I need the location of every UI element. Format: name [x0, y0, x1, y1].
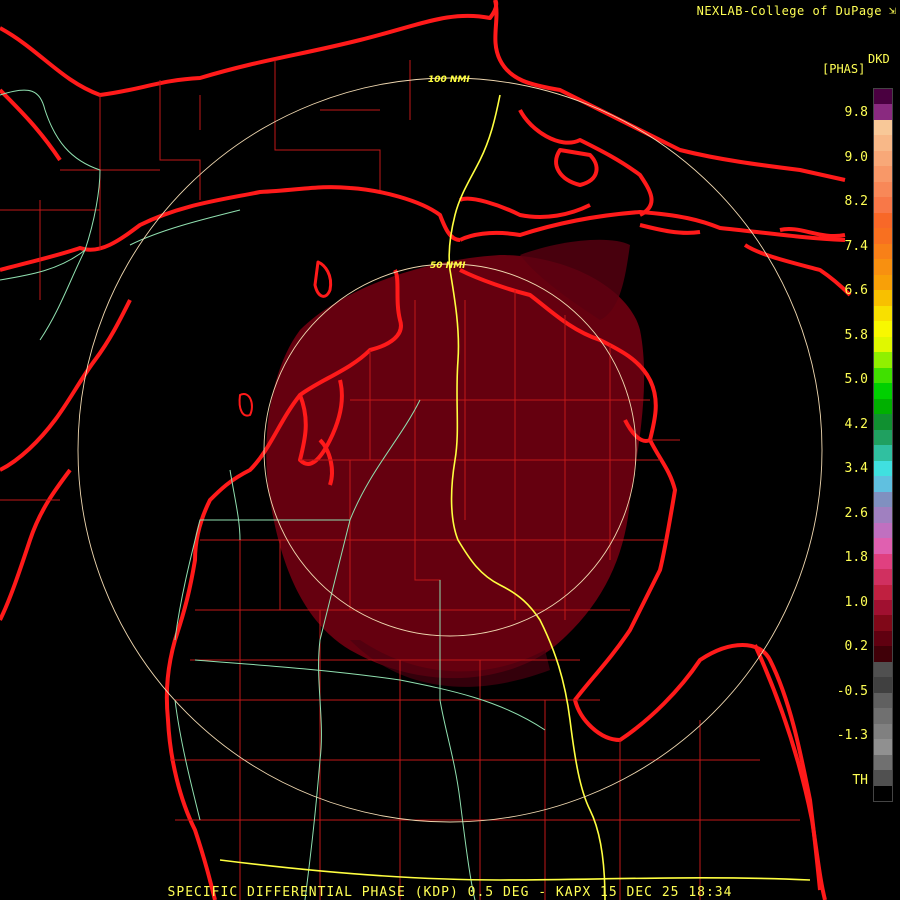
colorbar-swatch — [874, 274, 892, 291]
colorbar-swatch — [874, 615, 892, 631]
colorbar-swatch — [874, 661, 892, 678]
colorbar-swatch — [874, 754, 892, 771]
colorbar-swatch — [874, 135, 892, 151]
colorbar-swatch — [874, 197, 892, 213]
product-caption: SPECIFIC DIFFERENTIAL PHASE (KDP) 0.5 DE… — [167, 885, 733, 900]
credit-label: NEXLAB-College of DuPage — [696, 4, 882, 18]
colorbar-swatch — [874, 321, 892, 337]
colorbar-swatch — [874, 785, 892, 802]
colorbar-swatch — [874, 166, 892, 182]
colorbar-swatch — [874, 243, 892, 260]
colorbar — [873, 88, 893, 802]
colorbar-tick-label: 3.4 — [844, 461, 868, 476]
colorbar-swatch — [874, 522, 892, 539]
colorbar-swatch — [874, 630, 892, 647]
colorbar-tick-label: 2.6 — [844, 505, 868, 521]
colorbar-swatch — [874, 507, 892, 523]
colorbar-swatch — [874, 367, 892, 384]
colorbar-tick-label: 0.2 — [844, 639, 868, 654]
colorbar-swatch — [874, 398, 892, 415]
colorbar-swatch — [874, 89, 892, 105]
colorbar-swatch — [874, 429, 892, 446]
resize-corner-icon[interactable]: ⇲ — [889, 3, 896, 17]
colorbar-swatch — [874, 553, 892, 570]
colorbar-product-code: DKD — [868, 52, 890, 66]
colorbar-tick-label: 8.2 — [844, 194, 868, 209]
colorbar-swatch — [874, 677, 892, 693]
colorbar-tick-label: 1.8 — [844, 550, 868, 565]
colorbar-swatch — [874, 150, 892, 167]
colorbar-swatch — [874, 414, 892, 430]
colorbar-swatch — [874, 692, 892, 709]
colorbar-tick-label: 6.6 — [844, 283, 868, 298]
colorbar-tick-label: 9.0 — [844, 149, 868, 165]
colorbar-swatch — [874, 770, 892, 786]
colorbar-swatch — [874, 290, 892, 306]
colorbar-swatch — [874, 104, 892, 120]
colorbar-swatch — [874, 476, 892, 492]
colorbar-swatch — [874, 460, 892, 477]
colorbar-swatch — [874, 445, 892, 461]
colorbar-tick-label: 1.0 — [844, 594, 868, 610]
colorbar-swatch — [874, 212, 892, 229]
colorbar-tick-label: TH — [852, 772, 868, 788]
colorbar-tick-label: 9.8 — [844, 105, 868, 120]
colorbar-swatch — [874, 584, 892, 600]
colorbar-swatch — [874, 119, 892, 136]
colorbar-tick-label: 4.2 — [844, 416, 868, 432]
colorbar-swatch — [874, 336, 892, 353]
colorbar-swatch — [874, 259, 892, 275]
colorbar-tick-label: 7.4 — [844, 238, 868, 254]
colorbar-tick-label: -1.3 — [836, 728, 868, 743]
colorbar-swatch — [874, 305, 892, 322]
colorbar-swatch — [874, 228, 892, 244]
colorbar-swatch — [874, 599, 892, 616]
ring-label-100: 100 NMI — [428, 75, 470, 85]
ring-label-50: 50 NMI — [430, 261, 466, 271]
colorbar-swatch — [874, 646, 892, 662]
colorbar-swatch — [874, 383, 892, 399]
colorbar-units: [PHAS] — [822, 62, 866, 76]
colorbar-swatch — [874, 491, 892, 508]
colorbar-tick-label: 5.8 — [844, 327, 868, 343]
colorbar-tick-label: -0.5 — [836, 683, 868, 699]
colorbar-swatch — [874, 708, 892, 724]
colorbar-tick-label: 5.0 — [844, 372, 868, 387]
colorbar-swatch — [874, 569, 892, 585]
colorbar-swatch — [874, 723, 892, 740]
radar-map: 100 NMI 50 NMI — [0, 0, 852, 900]
colorbar-swatch — [874, 352, 892, 368]
colorbar-swatch — [874, 181, 892, 198]
colorbar-swatch — [874, 538, 892, 554]
colorbar-swatch — [874, 739, 892, 755]
